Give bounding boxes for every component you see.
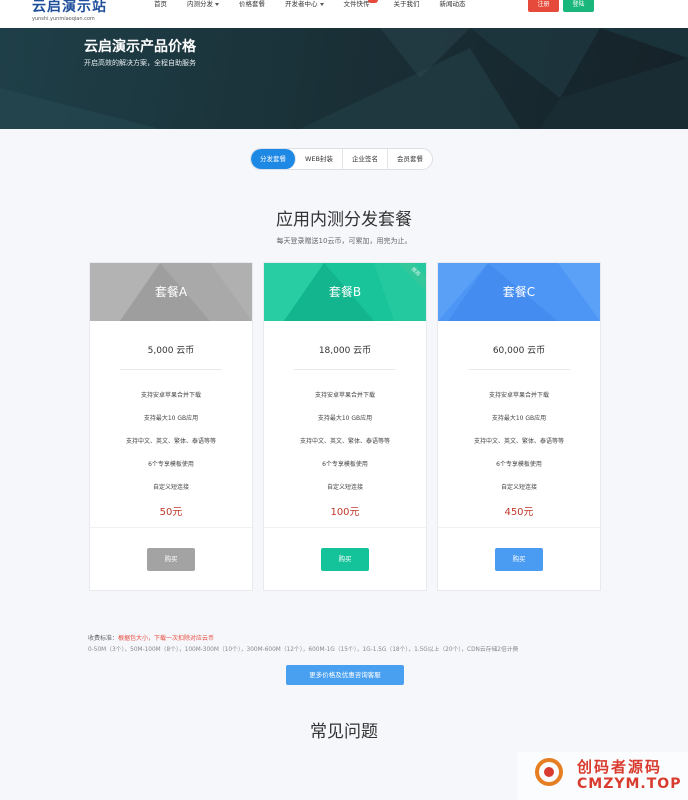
plan-feature: 自定义短连接 bbox=[326, 484, 363, 491]
divider bbox=[90, 527, 252, 528]
buy-button[interactable]: 购买 bbox=[147, 548, 195, 571]
pricing-tabs: 分发套餐 WEB封装 企业签名 会员套餐 bbox=[250, 148, 433, 170]
plan-card-c: 套餐C 60,000 云币 支持安卓苹果合并下载 支持最大10 GB应用 支持中… bbox=[437, 262, 601, 591]
buy-button[interactable]: 购买 bbox=[495, 548, 543, 571]
plan-feature: 支持安卓苹果合并下载 bbox=[488, 392, 549, 399]
plan-feature: 支持安卓苹果合并下载 bbox=[314, 392, 375, 399]
nav-item-distribution-label: 内测分发 bbox=[187, 0, 213, 8]
faq-title: 常见问题 bbox=[310, 722, 378, 742]
site-logo[interactable]: 云启演示站 yunshi.yunmiaoqian.com bbox=[32, 0, 107, 22]
buy-button[interactable]: 购买 bbox=[321, 548, 369, 571]
plan-feature: 支持中文、英文、繁体、泰语等等 bbox=[125, 438, 216, 445]
badge-dot-icon bbox=[368, 0, 378, 3]
tab-membership[interactable]: 会员套餐 bbox=[388, 149, 432, 169]
page-title: 云启演示产品价格 bbox=[84, 39, 196, 55]
watermark-logo-icon bbox=[535, 758, 563, 786]
plan-feature: 支持中文、英文、繁体、泰语等等 bbox=[473, 438, 564, 445]
plan-card-a: 套餐A 5,000 云币 支持安卓苹果合并下载 支持最大10 GB应用 支持中文… bbox=[89, 262, 253, 591]
plan-feature: 6个专享模板使用 bbox=[322, 461, 368, 468]
watermark-domain: CMZYM.TOP bbox=[577, 776, 682, 792]
note-label: 收费标准： bbox=[88, 635, 119, 642]
logo-domain: yunshi.yunmiaoqian.com bbox=[32, 16, 95, 22]
hero-banner: 云启演示产品价格 开启高效的解决方案，全程自助服务 bbox=[0, 28, 688, 129]
plan-feature: 支持最大10 GB应用 bbox=[143, 415, 199, 422]
nav-item-distribution[interactable]: 内测分发 bbox=[187, 0, 219, 8]
more-pricing-button[interactable]: 更多价格及优惠咨询客服 bbox=[286, 665, 404, 685]
register-button[interactable]: 注册 bbox=[528, 0, 559, 12]
pricing-note: 收费标准：根据包大小，下载一次扣除对应云币 bbox=[88, 633, 214, 642]
divider bbox=[468, 369, 570, 370]
plan-header: 推荐 套餐B bbox=[264, 263, 426, 321]
nav-item-home[interactable]: 首页 bbox=[154, 0, 167, 8]
plan-price: 50元 bbox=[159, 507, 183, 518]
divider bbox=[120, 369, 222, 370]
plan-coins: 60,000 云币 bbox=[492, 346, 546, 356]
tab-web-wrap[interactable]: WEB封装 bbox=[296, 149, 343, 169]
nav-item-pricing[interactable]: 价格套餐 bbox=[239, 0, 265, 8]
nav-item-developer[interactable]: 开发者中心 bbox=[285, 0, 324, 8]
plan-feature: 支持最大10 GB应用 bbox=[491, 415, 547, 422]
plan-coins: 18,000 云币 bbox=[318, 346, 372, 356]
top-navbar: 云启演示站 yunshi.yunmiaoqian.com 首页 内测分发 价格套… bbox=[0, 0, 688, 28]
nav-item-about[interactable]: 关于我们 bbox=[394, 0, 420, 8]
main-menu: 首页 内测分发 价格套餐 开发者中心 文件快传 关于我们 新闻动态 bbox=[154, 0, 486, 8]
divider bbox=[294, 369, 396, 370]
plan-name: 套餐C bbox=[502, 285, 536, 299]
divider bbox=[264, 527, 426, 528]
plan-feature: 6个专享模板使用 bbox=[148, 461, 194, 468]
plan-feature: 支持最大10 GB应用 bbox=[317, 415, 373, 422]
note-highlight: 根据包大小，下载一次扣除对应云币 bbox=[118, 635, 215, 642]
logo-name: 云启演示站 bbox=[32, 0, 107, 15]
nav-item-developer-label: 开发者中心 bbox=[285, 0, 318, 8]
plan-card-b: 推荐 套餐B 18,000 云币 支持安卓苹果合并下载 支持最大10 GB应用 … bbox=[263, 262, 427, 591]
plan-feature: 6个专享模板使用 bbox=[496, 461, 542, 468]
plan-coins: 5,000 云币 bbox=[147, 346, 195, 356]
section-title: 应用内测分发套餐 bbox=[276, 210, 412, 230]
plan-header: 套餐C bbox=[438, 263, 600, 321]
plan-name: 套餐B bbox=[328, 285, 362, 299]
chevron-down-icon bbox=[319, 2, 324, 6]
watermark-text: 创码者源码 bbox=[577, 758, 663, 776]
tab-enterprise-signing[interactable]: 企业签名 bbox=[343, 149, 388, 169]
plan-price: 450元 bbox=[504, 507, 534, 518]
page-description: 开启高效的解决方案，全程自助服务 bbox=[84, 59, 196, 67]
plan-feature: 自定义短连接 bbox=[152, 484, 189, 491]
plan-header: 套餐A bbox=[90, 263, 252, 321]
section-subtitle: 每天登录赠送10云币，可累加，用完为止。 bbox=[276, 237, 412, 245]
watermark: 创码者源码 CMZYM.TOP bbox=[517, 752, 688, 800]
pricing-tiers: 0-50M（3个），50M-100M（8个），100M-300M（10个），30… bbox=[88, 647, 519, 653]
plan-feature: 支持中文、英文、繁体、泰语等等 bbox=[299, 438, 390, 445]
divider bbox=[438, 527, 600, 528]
chevron-down-icon bbox=[215, 2, 219, 6]
login-button[interactable]: 登陆 bbox=[563, 0, 594, 12]
nav-item-file-transfer[interactable]: 文件快传 bbox=[344, 0, 370, 8]
nav-item-news[interactable]: 新闻动态 bbox=[440, 0, 466, 8]
tab-distribution-plans[interactable]: 分发套餐 bbox=[251, 149, 296, 169]
plan-price: 100元 bbox=[330, 507, 360, 518]
plan-feature: 支持安卓苹果合并下载 bbox=[140, 392, 201, 399]
plan-feature: 自定义短连接 bbox=[500, 484, 537, 491]
plan-name: 套餐A bbox=[154, 285, 188, 299]
